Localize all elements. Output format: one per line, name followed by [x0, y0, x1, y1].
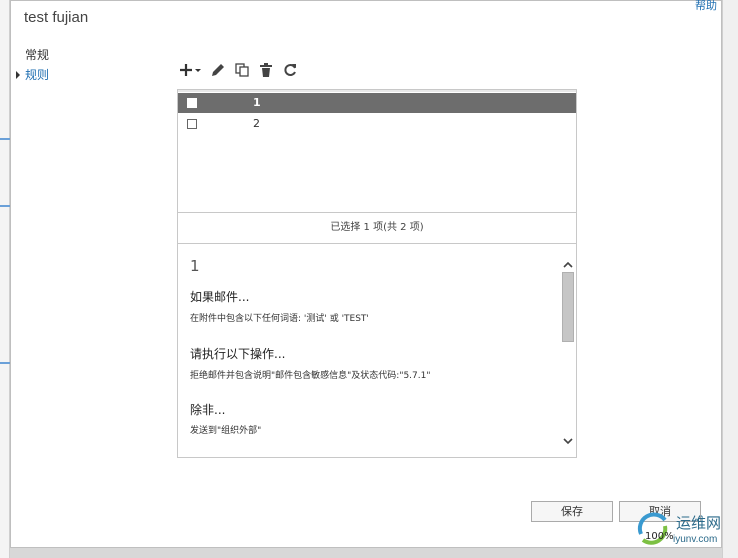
table-row[interactable]: 2 — [178, 114, 576, 134]
rule-detail: 1 如果邮件... 在附件中包含以下任何词语: '测试' 或 'TEST' 请执… — [177, 244, 577, 458]
background-divider — [0, 362, 10, 364]
background-divider — [0, 205, 10, 207]
add-icon[interactable] — [179, 61, 203, 79]
background-window-edge — [0, 0, 10, 558]
watermark-url: iyunv.com — [673, 534, 718, 545]
scroll-thumb[interactable] — [562, 272, 574, 342]
row-checkbox[interactable] — [187, 119, 197, 129]
delete-icon[interactable] — [257, 61, 275, 79]
watermark-logo-icon — [637, 512, 668, 545]
action-heading: 请执行以下操作... — [190, 347, 286, 361]
site-watermark: 运维网 iyunv.com — [633, 504, 733, 554]
detail-title: 1 — [190, 257, 200, 275]
background-divider — [0, 138, 10, 140]
toolbar — [179, 60, 299, 80]
rule-dialog: 帮助 test fujian 常规 规则 1 2 已选择 1 项(共 2 项) … — [10, 0, 722, 548]
watermark-text: 运维网 — [676, 514, 722, 532]
condition-text: 在附件中包含以下任何词语: '测试' 或 'TEST' — [190, 314, 369, 324]
exception-heading: 除非... — [190, 403, 226, 417]
rules-list: 1 2 已选择 1 项(共 2 项) — [177, 89, 577, 244]
rule-name: 1 — [253, 96, 261, 109]
zoom-level: 100% — [645, 531, 674, 542]
selection-status: 已选择 1 项(共 2 项) — [178, 212, 576, 243]
help-link[interactable]: 帮助 — [695, 0, 717, 13]
nav-item-general[interactable]: 常规 — [15, 45, 49, 65]
nav-item-rules[interactable]: 规则 — [15, 65, 49, 85]
exception-text: 发送到"组织外部" — [190, 426, 262, 436]
background-window-edge-right — [722, 0, 738, 558]
detail-scrollbar[interactable] — [560, 254, 576, 446]
edit-icon[interactable] — [209, 61, 227, 79]
table-row[interactable]: 1 — [178, 93, 576, 113]
list-header — [178, 90, 576, 92]
chevron-down-icon[interactable] — [562, 432, 574, 445]
refresh-icon[interactable] — [281, 61, 299, 79]
copy-icon[interactable] — [233, 61, 251, 79]
rule-name: 2 — [253, 117, 260, 130]
condition-heading: 如果邮件... — [190, 290, 250, 304]
row-checkbox[interactable] — [187, 98, 197, 108]
action-text: 拒绝邮件并包含说明"邮件包含敏感信息"及状态代码:"5.7.1" — [190, 371, 431, 381]
side-nav: 常规 规则 — [15, 45, 49, 85]
dialog-title: test fujian — [24, 9, 89, 26]
chevron-up-icon[interactable] — [562, 256, 574, 268]
save-button[interactable]: 保存 — [531, 501, 613, 522]
